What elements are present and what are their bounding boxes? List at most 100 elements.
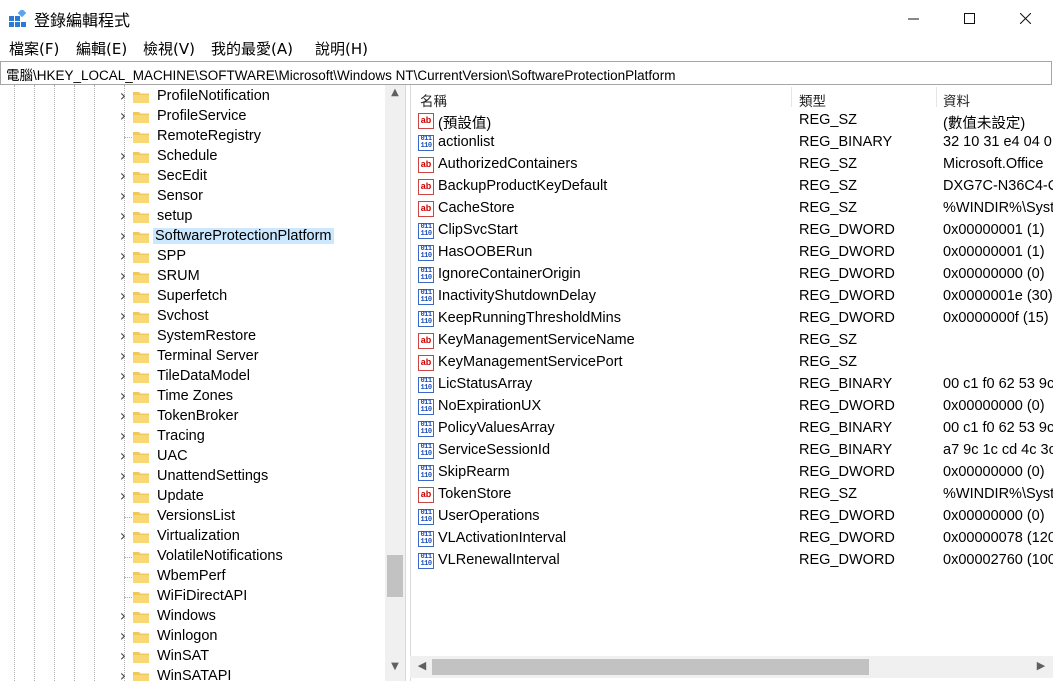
tree-item[interactable]: › Tracing bbox=[0, 426, 385, 447]
expand-chevron-icon[interactable]: › bbox=[118, 406, 128, 425]
tree-item[interactable]: › UAC bbox=[0, 446, 385, 467]
tree-item[interactable]: › SoftwareProtectionPlatform bbox=[0, 226, 385, 247]
expand-chevron-icon[interactable]: › bbox=[118, 266, 128, 285]
expand-chevron-icon[interactable]: › bbox=[118, 186, 128, 205]
menu-view[interactable]: 檢視(V) bbox=[143, 38, 195, 59]
tree-item[interactable]: › ProfileNotification bbox=[0, 86, 385, 107]
scroll-down-icon[interactable]: ▼ bbox=[385, 661, 405, 672]
expand-chevron-icon[interactable]: › bbox=[118, 226, 128, 245]
tree-item[interactable]: WbemPerf bbox=[0, 567, 385, 587]
tree-item[interactable]: › TileDataModel bbox=[0, 366, 385, 387]
tree-item[interactable]: › Svchost bbox=[0, 306, 385, 327]
tree-item[interactable]: › Schedule bbox=[0, 146, 385, 167]
menu-help[interactable]: 說明(H) bbox=[315, 38, 368, 59]
value-row[interactable]: 011 110 HasOOBERun REG_DWORD 0x00000001 (1) bbox=[411, 242, 1053, 264]
close-button[interactable] bbox=[997, 0, 1053, 36]
values-list[interactable]: 名稱 類型 資料 ab (預設值) REG_SZ (數值未設定) 011 110 acti… bbox=[410, 85, 1053, 681]
tree-item[interactable]: › Sensor bbox=[0, 186, 385, 207]
menu-file[interactable]: 檔案(F) bbox=[9, 38, 59, 59]
expand-chevron-icon[interactable]: › bbox=[118, 286, 128, 305]
expand-chevron-icon[interactable]: › bbox=[118, 526, 128, 545]
expand-chevron-icon[interactable]: › bbox=[118, 426, 128, 445]
value-row[interactable]: 011 110 IgnoreContainerOrigin REG_DWORD 0x0… bbox=[411, 264, 1053, 286]
expand-chevron-icon[interactable]: › bbox=[118, 606, 128, 625]
expand-chevron-icon[interactable]: › bbox=[118, 146, 128, 165]
list-horizontal-scrollbar[interactable]: ◀ ▶ bbox=[410, 656, 1053, 678]
value-row[interactable]: 011 110 actionlist REG_BINARY 32 10 31 e4 0… bbox=[411, 132, 1053, 154]
tree-item[interactable]: › ProfileService bbox=[0, 106, 385, 127]
expand-chevron-icon[interactable]: › bbox=[118, 306, 128, 325]
column-data-header[interactable]: 資料 bbox=[943, 90, 970, 110]
tree-item[interactable]: › setup bbox=[0, 206, 385, 227]
value-row[interactable]: 011 110 UserOperations REG_DWORD 0x00000000… bbox=[411, 506, 1053, 528]
tree-item[interactable]: › Windows bbox=[0, 606, 385, 627]
value-row[interactable]: ab KeyManagementServiceName REG_SZ bbox=[411, 330, 1053, 352]
tree-item[interactable]: › Time Zones bbox=[0, 386, 385, 407]
expand-chevron-icon[interactable]: › bbox=[118, 646, 128, 665]
menu-edit[interactable]: 編輯(E) bbox=[76, 38, 127, 59]
value-row[interactable]: ab TokenStore REG_SZ %WINDIR%\Syst bbox=[411, 484, 1053, 506]
value-row[interactable]: ab BackupProductKeyDefault REG_SZ DXG7C-N36… bbox=[411, 176, 1053, 198]
expand-chevron-icon[interactable]: › bbox=[118, 346, 128, 365]
expand-chevron-icon[interactable]: › bbox=[118, 366, 128, 385]
expand-chevron-icon[interactable]: › bbox=[118, 626, 128, 645]
tree-item[interactable]: › SystemRestore bbox=[0, 326, 385, 347]
tree-scroll-thumb[interactable] bbox=[387, 555, 403, 597]
expand-chevron-icon[interactable]: › bbox=[118, 326, 128, 345]
menu-favorites[interactable]: 我的最愛(A) bbox=[211, 38, 293, 59]
expand-chevron-icon[interactable]: › bbox=[118, 166, 128, 185]
tree-item[interactable]: › Update bbox=[0, 486, 385, 507]
scroll-right-icon[interactable]: ▶ bbox=[1031, 659, 1051, 672]
expand-chevron-icon[interactable]: › bbox=[118, 446, 128, 465]
value-row[interactable]: ab KeyManagementServicePort REG_SZ bbox=[411, 352, 1053, 374]
tree-item[interactable]: › SPP bbox=[0, 246, 385, 267]
value-row[interactable]: 011 110 NoExpirationUX REG_DWORD 0x00000000… bbox=[411, 396, 1053, 418]
column-name-header[interactable]: 名稱 bbox=[420, 90, 447, 110]
key-tree[interactable]: › ProfileNotification › ProfileService Remot… bbox=[0, 85, 406, 681]
maximize-button[interactable] bbox=[941, 0, 997, 36]
value-row[interactable]: 011 110 ServiceSessionId REG_BINARY a7 9c 1… bbox=[411, 440, 1053, 462]
expand-chevron-icon[interactable]: › bbox=[118, 106, 128, 125]
value-name: actionlist bbox=[438, 134, 495, 150]
expand-chevron-icon[interactable]: › bbox=[118, 206, 128, 225]
tree-item[interactable]: WiFiDirectAPI bbox=[0, 587, 385, 607]
tree-item[interactable]: › SRUM bbox=[0, 266, 385, 287]
expand-chevron-icon[interactable]: › bbox=[118, 246, 128, 265]
column-type-header[interactable]: 類型 bbox=[799, 90, 826, 110]
tree-item[interactable]: › Superfetch bbox=[0, 286, 385, 307]
expand-chevron-icon[interactable]: › bbox=[118, 466, 128, 485]
value-row[interactable]: 011 110 LicStatusArray REG_BINARY 00 c1 f0 … bbox=[411, 374, 1053, 396]
tree-item[interactable]: › UnattendSettings bbox=[0, 466, 385, 487]
value-row[interactable]: 011 110 InactivityShutdownDelay REG_DWORD 0… bbox=[411, 286, 1053, 308]
tree-item[interactable]: › WinSATAPI bbox=[0, 666, 385, 681]
value-row[interactable]: 011 110 VLRenewalInterval REG_DWORD 0x00002… bbox=[411, 550, 1053, 572]
expand-chevron-icon[interactable]: › bbox=[118, 386, 128, 405]
tree-item[interactable]: › Virtualization bbox=[0, 526, 385, 547]
tree-item[interactable]: VersionsList bbox=[0, 507, 385, 527]
tree-item[interactable]: › Terminal Server bbox=[0, 346, 385, 367]
value-row[interactable]: ab (預設值) REG_SZ (數值未設定) bbox=[411, 110, 1053, 132]
address-path[interactable]: 電腦\HKEY_LOCAL_MACHINE\SOFTWARE\Microsoft… bbox=[6, 64, 675, 84]
value-row[interactable]: ab AuthorizedContainers REG_SZ Microsoft.Of… bbox=[411, 154, 1053, 176]
tree-item[interactable]: › TokenBroker bbox=[0, 406, 385, 427]
tree-scrollbar[interactable]: ▲ ▼ bbox=[385, 85, 405, 681]
tree-item[interactable]: › WinSAT bbox=[0, 646, 385, 667]
scroll-left-icon[interactable]: ◀ bbox=[412, 659, 432, 672]
tree-item[interactable]: › SecEdit bbox=[0, 166, 385, 187]
tree-item[interactable]: › Winlogon bbox=[0, 626, 385, 647]
scroll-up-icon[interactable]: ▲ bbox=[385, 87, 405, 98]
minimize-button[interactable] bbox=[885, 0, 941, 36]
value-row[interactable]: 011 110 VLActivationInterval REG_DWORD 0x00… bbox=[411, 528, 1053, 550]
value-row[interactable]: 011 110 ClipSvcStart REG_DWORD 0x00000001 (… bbox=[411, 220, 1053, 242]
expand-chevron-icon[interactable]: › bbox=[118, 486, 128, 505]
address-bar[interactable]: 電腦\HKEY_LOCAL_MACHINE\SOFTWARE\Microsoft… bbox=[0, 61, 1052, 85]
list-scroll-thumb[interactable] bbox=[432, 659, 869, 675]
tree-item[interactable]: VolatileNotifications bbox=[0, 547, 385, 567]
expand-chevron-icon[interactable]: › bbox=[118, 666, 128, 681]
value-row[interactable]: ab CacheStore REG_SZ %WINDIR%\Syst bbox=[411, 198, 1053, 220]
expand-chevron-icon[interactable]: › bbox=[118, 86, 128, 105]
value-row[interactable]: 011 110 KeepRunningThresholdMins REG_DWORD… bbox=[411, 308, 1053, 330]
value-row[interactable]: 011 110 PolicyValuesArray REG_BINARY 00 c1 … bbox=[411, 418, 1053, 440]
tree-item[interactable]: RemoteRegistry bbox=[0, 127, 385, 147]
value-row[interactable]: 011 110 SkipRearm REG_DWORD 0x00000000 (0) bbox=[411, 462, 1053, 484]
